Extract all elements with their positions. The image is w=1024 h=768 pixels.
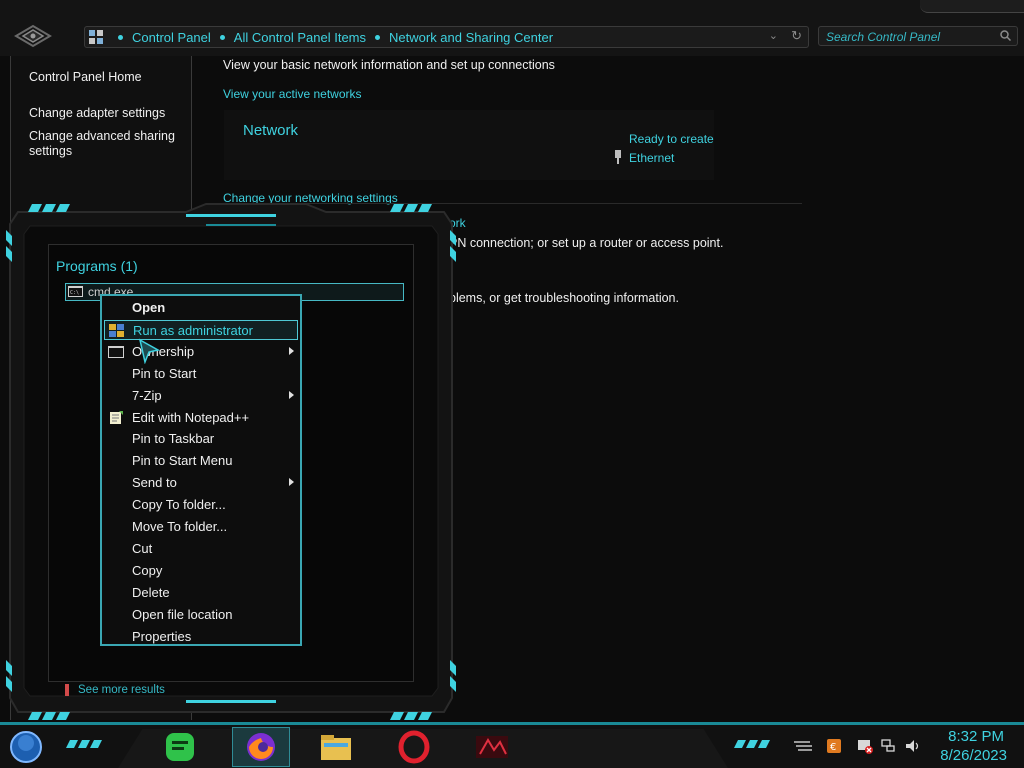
- setup-network-description-fragment: PN connection; or set up a router or acc…: [449, 236, 724, 250]
- menu-item-move-to-folder[interactable]: Move To folder...: [104, 517, 298, 537]
- language-icon[interactable]: €: [826, 738, 842, 754]
- start-button-icon[interactable]: [8, 730, 44, 764]
- submenu-arrow-icon: [289, 347, 294, 355]
- breadcrumb-network-sharing[interactable]: Network and Sharing Center: [389, 30, 553, 45]
- change-adapter-settings-link[interactable]: Change adapter settings: [29, 106, 165, 120]
- search-input[interactable]: Search Control Panel: [818, 26, 1018, 46]
- menu-item-copy[interactable]: Copy: [104, 561, 298, 581]
- cmd-icon: C:\: [68, 286, 83, 297]
- menu-item-run-as-administrator[interactable]: Run as administrator: [104, 320, 298, 340]
- breadcrumb-all-items[interactable]: All Control Panel Items: [234, 30, 366, 45]
- control-panel-home-link[interactable]: Control Panel Home: [29, 70, 142, 84]
- clock-date[interactable]: 8/26/2023: [932, 747, 1007, 764]
- breadcrumb-control-panel[interactable]: Control Panel: [132, 30, 211, 45]
- file-explorer-icon[interactable]: [318, 730, 354, 764]
- page-title: View your basic network information and …: [223, 58, 555, 72]
- svg-text:C:\: C:\: [70, 290, 79, 296]
- control-panel-icon: [89, 30, 103, 44]
- search-icon[interactable]: [1000, 30, 1011, 41]
- menu-item-send-to[interactable]: Send to: [104, 473, 298, 493]
- show-desktop-icon[interactable]: [792, 740, 814, 754]
- volume-icon[interactable]: [904, 738, 920, 754]
- opera-icon[interactable]: [396, 730, 432, 764]
- mouse-cursor-icon: [138, 338, 160, 364]
- menu-item-open-file-location[interactable]: Open file location: [104, 605, 298, 625]
- submenu-arrow-icon: [289, 478, 294, 486]
- menu-item-7zip[interactable]: 7-Zip: [104, 386, 298, 406]
- breadcrumb-separator: [219, 34, 225, 40]
- back-forward-icon[interactable]: [14, 24, 52, 48]
- network-name: Network: [243, 122, 299, 139]
- network-icon[interactable]: [880, 738, 896, 754]
- menu-item-edit-notepadpp[interactable]: Edit with Notepad++: [104, 408, 298, 428]
- chevron-down-icon[interactable]: ⌄: [769, 29, 778, 42]
- link-line-2: settings: [29, 144, 73, 158]
- window-controls-notch: [920, 0, 1024, 13]
- taskbar-deco-left: [66, 740, 102, 748]
- menu-item-properties[interactable]: Properties: [104, 627, 298, 647]
- taskbar-deco-right: [734, 740, 770, 748]
- menu-item-ownership[interactable]: Ownership: [104, 342, 298, 362]
- media-app-icon[interactable]: [474, 730, 510, 764]
- homegroup-status-link[interactable]: Ready to create: [629, 132, 714, 146]
- menu-item-delete[interactable]: Delete: [104, 583, 298, 603]
- cmd-icon: [108, 346, 124, 358]
- link-line-1: Change advanced sharing: [29, 129, 175, 143]
- search-placeholder: Search Control Panel: [826, 30, 941, 44]
- notepad-icon: [110, 411, 123, 424]
- menu-item-cut[interactable]: Cut: [104, 539, 298, 559]
- menu-item-pin-to-start[interactable]: Pin to Start: [104, 364, 298, 384]
- breadcrumb-separator: [118, 34, 123, 40]
- notes-app-icon[interactable]: [162, 730, 198, 764]
- address-bar[interactable]: Control Panel All Control Panel Items Ne…: [84, 26, 809, 48]
- refresh-icon[interactable]: ↻: [791, 28, 802, 44]
- clock-time[interactable]: 8:32 PM: [940, 728, 1004, 745]
- firefox-icon[interactable]: [243, 730, 279, 764]
- ethernet-connection-link[interactable]: Ethernet: [629, 151, 674, 165]
- menu-item-open[interactable]: Open: [104, 298, 298, 318]
- menu-item-pin-to-taskbar[interactable]: Pin to Taskbar: [104, 429, 298, 449]
- menu-item-copy-to-folder[interactable]: Copy To folder...: [104, 495, 298, 515]
- shield-icon: [109, 324, 124, 337]
- change-advanced-sharing-link[interactable]: Change advanced sharing settings: [29, 129, 175, 158]
- action-center-icon[interactable]: [857, 738, 873, 754]
- active-networks-heading: View your active networks: [223, 87, 362, 101]
- programs-group-header: Programs (1): [56, 258, 138, 274]
- see-more-results-link[interactable]: See more results: [78, 684, 165, 696]
- context-menu: Open Run as administrator Ownership Pin …: [100, 294, 302, 646]
- ethernet-icon: [615, 150, 621, 164]
- see-more-marker: [65, 684, 69, 696]
- troubleshoot-description-fragment: blems, or get troubleshooting informatio…: [449, 291, 679, 305]
- breadcrumb-separator: [375, 34, 381, 40]
- menu-item-pin-to-start-menu[interactable]: Pin to Start Menu: [104, 451, 298, 471]
- svg-text:€: €: [830, 742, 836, 753]
- submenu-arrow-icon: [289, 391, 294, 399]
